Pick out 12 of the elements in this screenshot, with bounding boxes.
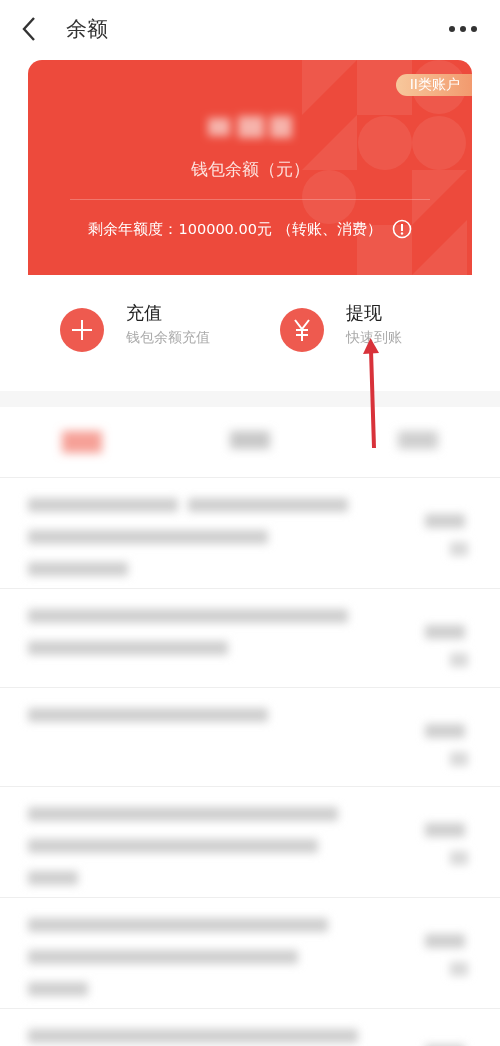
yen-icon[interactable] [280, 308, 324, 352]
info-icon[interactable] [391, 219, 412, 239]
account-badge: II类账户 [395, 74, 472, 96]
action-subtitle: 钱包余额充值 [126, 329, 210, 347]
balance-label: 钱包余额（元） [190, 158, 310, 181]
action-title[interactable]: 充值 [126, 301, 210, 325]
action-title[interactable]: 提现 [346, 301, 402, 325]
back-icon[interactable] [22, 16, 36, 42]
page-title: 余额 [66, 16, 108, 43]
annual-limit-text: 剩余年额度：100000.00元 （转账、消费） [88, 219, 382, 239]
plus-icon[interactable] [60, 308, 104, 352]
more-icon[interactable] [448, 25, 478, 33]
